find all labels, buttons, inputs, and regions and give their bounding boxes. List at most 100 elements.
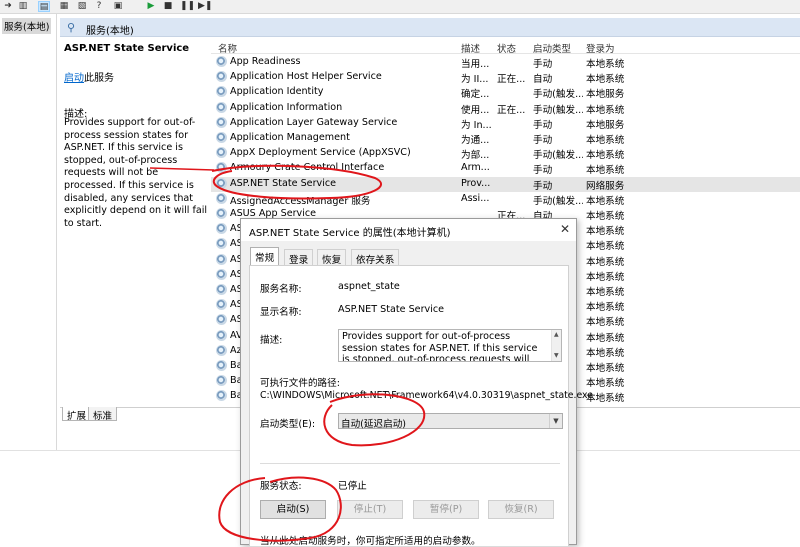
scroll-down-icon[interactable]: ▼ bbox=[554, 352, 559, 359]
display-name-label: 显示名称: bbox=[260, 307, 302, 318]
startup-type-value: 自动(延迟启动) bbox=[341, 419, 407, 430]
service-gear-icon bbox=[216, 314, 227, 326]
service-gear-icon bbox=[216, 329, 227, 341]
stop-icon[interactable]: ■ bbox=[162, 1, 174, 12]
restart-icon[interactable]: ▶❚ bbox=[198, 1, 212, 12]
play-icon[interactable]: ▶ bbox=[145, 1, 157, 12]
service-logon-cell: 本地系统 bbox=[586, 74, 625, 86]
table-row[interactable]: Application Management 为通... 手动 本地系统 bbox=[211, 131, 800, 146]
service-status-value: 已停止 bbox=[338, 481, 367, 492]
start-service-suffix: 此服务 bbox=[84, 73, 114, 84]
service-logon-cell: 本地系统 bbox=[586, 104, 625, 116]
service-name-cell: Application Identity bbox=[230, 86, 324, 98]
tab-logon[interactable]: 登录 bbox=[284, 249, 314, 266]
service-name-cell: ASP.NET State Service bbox=[230, 177, 337, 189]
console-tree-icon[interactable]: ▥ bbox=[17, 1, 29, 12]
table-row[interactable]: Armoury Crate Control Interface Arm... 手动 本… bbox=[211, 161, 800, 176]
close-icon[interactable]: ✕ bbox=[560, 222, 570, 236]
resume-button[interactable]: 恢复(R) bbox=[488, 500, 554, 519]
column-startup-type[interactable]: 启动类型 bbox=[533, 41, 571, 55]
dialog-title-bar[interactable]: ASP.NET State Service 的属性(本地计算机) ✕ bbox=[241, 219, 576, 241]
tab-dependencies[interactable]: 依存关系 bbox=[351, 249, 400, 266]
divider bbox=[260, 463, 560, 464]
service-logon-cell: 本地系统 bbox=[586, 195, 625, 207]
detail-view-icon[interactable]: ▦ bbox=[58, 1, 70, 12]
start-service-link[interactable]: 启动 bbox=[64, 73, 84, 84]
display-name-value: ASP.NET State Service bbox=[338, 304, 445, 315]
list-view-icon[interactable]: ▤ bbox=[38, 1, 50, 12]
tree-item-services-local[interactable]: 服务(本地) bbox=[2, 18, 52, 34]
panel-header: ⚲ 服务(本地) bbox=[60, 18, 800, 37]
export-icon[interactable]: ▧ bbox=[76, 1, 88, 12]
service-name-cell: Application Layer Gateway Service bbox=[230, 116, 398, 128]
column-description[interactable]: 描述 bbox=[461, 41, 480, 55]
service-desc-cell: Arm... bbox=[461, 162, 490, 174]
service-startup-cell: 自动 bbox=[533, 74, 553, 86]
service-logon-cell: 本地系统 bbox=[586, 332, 625, 344]
tab-standard[interactable]: 标准 bbox=[88, 407, 118, 422]
service-gear-icon bbox=[216, 238, 227, 250]
scroll-up-icon[interactable]: ▲ bbox=[554, 331, 559, 338]
table-row[interactable]: Application Host Helper Service 为 II... 正在… bbox=[211, 70, 800, 85]
table-row[interactable]: Application Identity 确定... 手动(触发... 本地服务 bbox=[211, 85, 800, 100]
properties-icon[interactable]: ▣ bbox=[112, 1, 124, 12]
tab-extended[interactable]: 扩展 bbox=[62, 407, 92, 422]
service-desc-cell: Prov... bbox=[461, 177, 491, 189]
column-name[interactable]: 名称 bbox=[218, 41, 237, 55]
service-desc-cell: 为 II... bbox=[461, 74, 489, 86]
start-button[interactable]: 启动(S) bbox=[260, 500, 326, 519]
service-gear-icon bbox=[216, 390, 227, 402]
service-desc-cell: 确定... bbox=[461, 89, 490, 101]
service-name-cell: Application Information bbox=[230, 101, 343, 113]
service-logon-cell: 本地系统 bbox=[586, 150, 625, 162]
table-row[interactable]: ASP.NET State Service Prov... 手动 网络服务 bbox=[211, 176, 800, 192]
service-logon-cell: 本地服务 bbox=[586, 89, 625, 101]
service-logon-cell: 本地系统 bbox=[586, 211, 625, 222]
description-field[interactable]: Provides support for out-of-process sess… bbox=[338, 329, 562, 362]
service-startup-cell: 手动(触发... bbox=[533, 150, 583, 162]
service-startup-cell: 手动(触发... bbox=[533, 104, 583, 116]
exe-path-value: C:\WINDOWS\Microsoft.NET\Framework64\v4.… bbox=[260, 390, 593, 401]
service-startup-cell: 手动 bbox=[533, 165, 553, 177]
description-scrollbar[interactable]: ▲ ▼ bbox=[551, 330, 561, 361]
startup-type-select[interactable]: 自动(延迟启动) ▼ bbox=[338, 413, 563, 430]
table-row[interactable]: App Readiness 当用... 手动 本地系统 bbox=[211, 55, 800, 70]
service-logon-cell: 本地系统 bbox=[586, 165, 625, 177]
properties-dialog: ASP.NET State Service 的属性(本地计算机) ✕ 常规 登录… bbox=[240, 218, 593, 547]
description-pane: ASP.NET State Service 启动此服务 描述: Provides… bbox=[60, 37, 210, 407]
chevron-down-icon[interactable]: ▼ bbox=[549, 414, 562, 428]
service-desc-cell: 为部... bbox=[461, 150, 490, 162]
service-logon-cell: 本地系统 bbox=[586, 226, 625, 238]
service-logon-cell: 本地系统 bbox=[586, 135, 625, 146]
selected-service-name: ASP.NET State Service bbox=[64, 43, 190, 54]
toolbar: ➜ ▥ ▤ ▦ ▧ ? ▣ ▶ ■ ❚❚ ▶❚ bbox=[0, 0, 800, 14]
service-desc-cell: 当用... bbox=[461, 59, 490, 70]
service-name-cell: Application Host Helper Service bbox=[230, 71, 382, 83]
service-name-cell: AssignedAccessManager 服务 bbox=[230, 195, 371, 207]
column-logon-as[interactable]: 登录为 bbox=[586, 41, 615, 55]
tab-recovery[interactable]: 恢复 bbox=[317, 249, 347, 266]
service-logon-cell: 本地系统 bbox=[586, 59, 625, 70]
tab-general[interactable]: 常规 bbox=[250, 247, 280, 265]
service-logon-cell: 本地系统 bbox=[586, 302, 625, 314]
table-row[interactable]: Application Layer Gateway Service 为 In...… bbox=[211, 116, 800, 131]
pause-icon[interactable]: ❚❚ bbox=[180, 1, 195, 12]
service-logon-cell: 本地系统 bbox=[586, 347, 625, 359]
table-row[interactable]: Application Information 使用... 正在... 手动(触发..… bbox=[211, 101, 800, 116]
panel-title: 服务(本地) bbox=[86, 26, 134, 37]
service-status-cell: 正在... bbox=[497, 104, 526, 116]
service-logon-cell: 本地系统 bbox=[586, 363, 625, 374]
stop-button[interactable]: 停止(T) bbox=[337, 500, 403, 519]
table-row[interactable]: AppX Deployment Service (AppXSVC) 为部... 手动… bbox=[211, 146, 800, 161]
help-icon[interactable]: ? bbox=[93, 1, 105, 12]
service-desc-cell: 为通... bbox=[461, 135, 490, 146]
service-gear-icon bbox=[216, 360, 227, 371]
description-field-text: Provides support for out-of-process sess… bbox=[342, 331, 538, 362]
column-status[interactable]: 状态 bbox=[497, 41, 516, 55]
exe-path-label: 可执行文件的路径: bbox=[260, 378, 340, 389]
table-row[interactable]: AssignedAccessManager 服务 Assi... 手动(触发... 本… bbox=[211, 192, 800, 207]
pause-button[interactable]: 暂停(P) bbox=[413, 500, 479, 519]
forward-icon[interactable]: ➜ bbox=[2, 1, 14, 12]
service-gear-icon bbox=[216, 177, 227, 189]
service-desc-cell: 使用... bbox=[461, 104, 490, 116]
